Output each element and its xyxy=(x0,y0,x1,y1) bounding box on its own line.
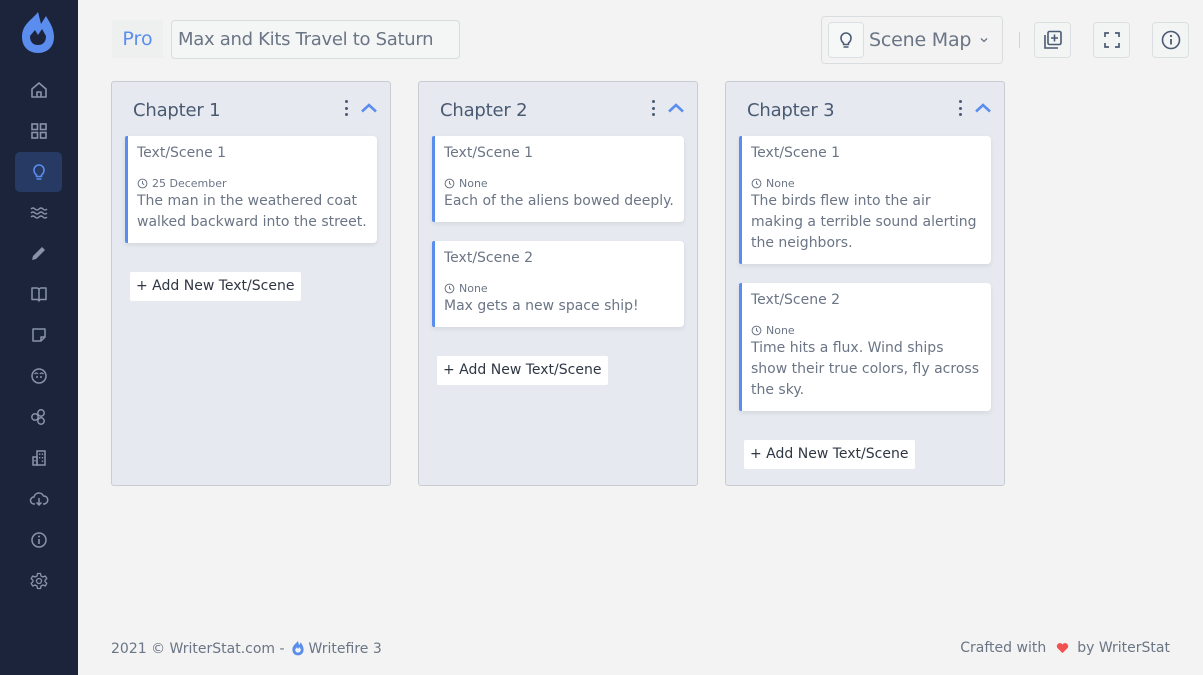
footer-credits: Crafted with by WriterStat xyxy=(960,640,1170,656)
fullscreen-icon xyxy=(1103,32,1120,48)
view-select-label: Scene Map xyxy=(869,29,972,51)
clock-icon xyxy=(444,283,455,293)
more-vertical-icon[interactable] xyxy=(956,100,964,116)
add-chapter-button[interactable] xyxy=(1034,22,1071,58)
scene-title: Text/Scene 1 xyxy=(444,145,534,161)
fullscreen-button[interactable] xyxy=(1093,22,1130,58)
scene-date-text: None xyxy=(459,281,488,295)
scene-body: Time hits a flux. Wind ships show their … xyxy=(751,340,979,398)
chapter-column: Chapter 1 Text/Scene 1 25 December The m… xyxy=(111,81,391,486)
scene-title: Text/Scene 2 xyxy=(751,292,841,308)
scene-card[interactable]: Text/Scene 1 25 December The man in the … xyxy=(125,136,377,243)
info-icon xyxy=(30,532,47,548)
chapter-title: Chapter 3 xyxy=(747,100,835,121)
sidebar-item-locations[interactable] xyxy=(15,438,62,478)
face-icon xyxy=(30,368,47,384)
info-button[interactable] xyxy=(1152,22,1189,58)
scene-card[interactable]: Text/Scene 2 None Time hits a flux. Wind… xyxy=(739,283,991,411)
scene-body: The man in the weathered coat walked bac… xyxy=(137,193,367,230)
clock-icon xyxy=(751,325,762,335)
sidebar-item-home[interactable] xyxy=(15,70,62,110)
pro-badge: Pro xyxy=(112,20,163,58)
sidebar-item-waves[interactable] xyxy=(15,193,62,233)
toolbar-divider xyxy=(1019,32,1020,48)
add-scene-button[interactable]: + Add New Text/Scene xyxy=(130,272,301,301)
crafted-prefix: Crafted with xyxy=(960,640,1047,656)
sticky-note-icon xyxy=(31,328,46,342)
gear-icon xyxy=(30,572,47,590)
chevron-down-icon xyxy=(980,38,988,43)
chapter-column: Chapter 3 Text/Scene 1 None The birds fl… xyxy=(725,81,1005,486)
scene-title: Text/Scene 1 xyxy=(137,145,227,161)
scene-date-text: 25 December xyxy=(152,176,227,190)
footer-copyright: 2021 © WriterStat.com - Writefire 3 xyxy=(111,640,382,658)
scene-date: 25 December xyxy=(137,175,367,191)
copyright-text: 2021 © WriterStat.com - xyxy=(111,641,285,657)
chevron-up-icon[interactable] xyxy=(974,102,992,114)
more-vertical-icon[interactable] xyxy=(342,100,350,116)
clock-icon xyxy=(137,178,148,188)
scene-date: None xyxy=(444,280,674,296)
scene-date-text: None xyxy=(766,176,795,190)
chevron-up-icon[interactable] xyxy=(667,102,685,114)
more-vertical-icon[interactable] xyxy=(649,100,657,116)
sidebar-item-relations[interactable] xyxy=(15,397,62,437)
sidebar-item-characters[interactable] xyxy=(15,356,62,396)
scene-date: None xyxy=(751,322,981,338)
scene-title: Text/Scene 2 xyxy=(444,250,534,266)
sidebar xyxy=(0,0,78,675)
grid-icon xyxy=(30,123,47,139)
sidebar-item-write[interactable] xyxy=(15,233,62,273)
scene-date-text: None xyxy=(459,176,488,190)
writefire-logo-icon xyxy=(291,641,304,656)
add-copy-icon xyxy=(1043,30,1062,49)
cloud-download-icon xyxy=(29,492,48,507)
scene-body: Each of the aliens bowed deeply. xyxy=(444,193,674,209)
chapter-column: Chapter 2 Text/Scene 1 None Each of the … xyxy=(418,81,698,486)
view-select-dropdown[interactable]: Scene Map xyxy=(821,16,1003,64)
scene-body: Max gets a new space ship! xyxy=(444,298,639,314)
sidebar-item-backup[interactable] xyxy=(15,479,62,519)
scene-date: None xyxy=(751,175,981,191)
sidebar-item-notes[interactable] xyxy=(15,315,62,355)
scene-card[interactable]: Text/Scene 1 None Each of the aliens bow… xyxy=(432,136,684,222)
lightbulb-icon xyxy=(840,32,852,48)
scene-date: None xyxy=(444,175,674,191)
scene-title: Text/Scene 1 xyxy=(751,145,841,161)
crafted-suffix[interactable]: by WriterStat xyxy=(1077,640,1170,656)
sidebar-item-ideas[interactable] xyxy=(15,152,62,192)
info-icon xyxy=(1161,30,1180,50)
waves-icon xyxy=(30,207,47,219)
home-icon xyxy=(30,82,47,98)
add-scene-button[interactable]: + Add New Text/Scene xyxy=(437,356,608,385)
chapter-title: Chapter 1 xyxy=(133,100,221,121)
view-icon-box xyxy=(828,22,864,58)
sidebar-item-settings[interactable] xyxy=(15,561,62,601)
pencil-icon xyxy=(31,247,45,260)
scene-card[interactable]: Text/Scene 1 None The birds flew into th… xyxy=(739,136,991,264)
clock-icon xyxy=(751,178,762,188)
scene-body: The birds flew into the air making a ter… xyxy=(751,193,977,251)
book-icon xyxy=(30,287,47,302)
chevron-up-icon[interactable] xyxy=(360,102,378,114)
heart-icon xyxy=(1057,643,1069,654)
writefire-logo-icon[interactable] xyxy=(18,10,58,54)
sidebar-item-info[interactable] xyxy=(15,520,62,560)
scene-date-text: None xyxy=(766,323,795,337)
project-title-input[interactable] xyxy=(171,20,460,59)
sidebar-item-book[interactable] xyxy=(15,274,62,314)
building-icon xyxy=(31,450,46,466)
circles-icon xyxy=(30,409,45,425)
scene-card[interactable]: Text/Scene 2 None Max gets a new space s… xyxy=(432,241,684,327)
clock-icon xyxy=(444,178,455,188)
product-name[interactable]: Writefire 3 xyxy=(309,641,382,657)
lightbulb-icon xyxy=(32,164,45,180)
sidebar-item-dashboard[interactable] xyxy=(15,111,62,151)
add-scene-button[interactable]: + Add New Text/Scene xyxy=(744,440,915,469)
chapter-title: Chapter 2 xyxy=(440,100,528,121)
